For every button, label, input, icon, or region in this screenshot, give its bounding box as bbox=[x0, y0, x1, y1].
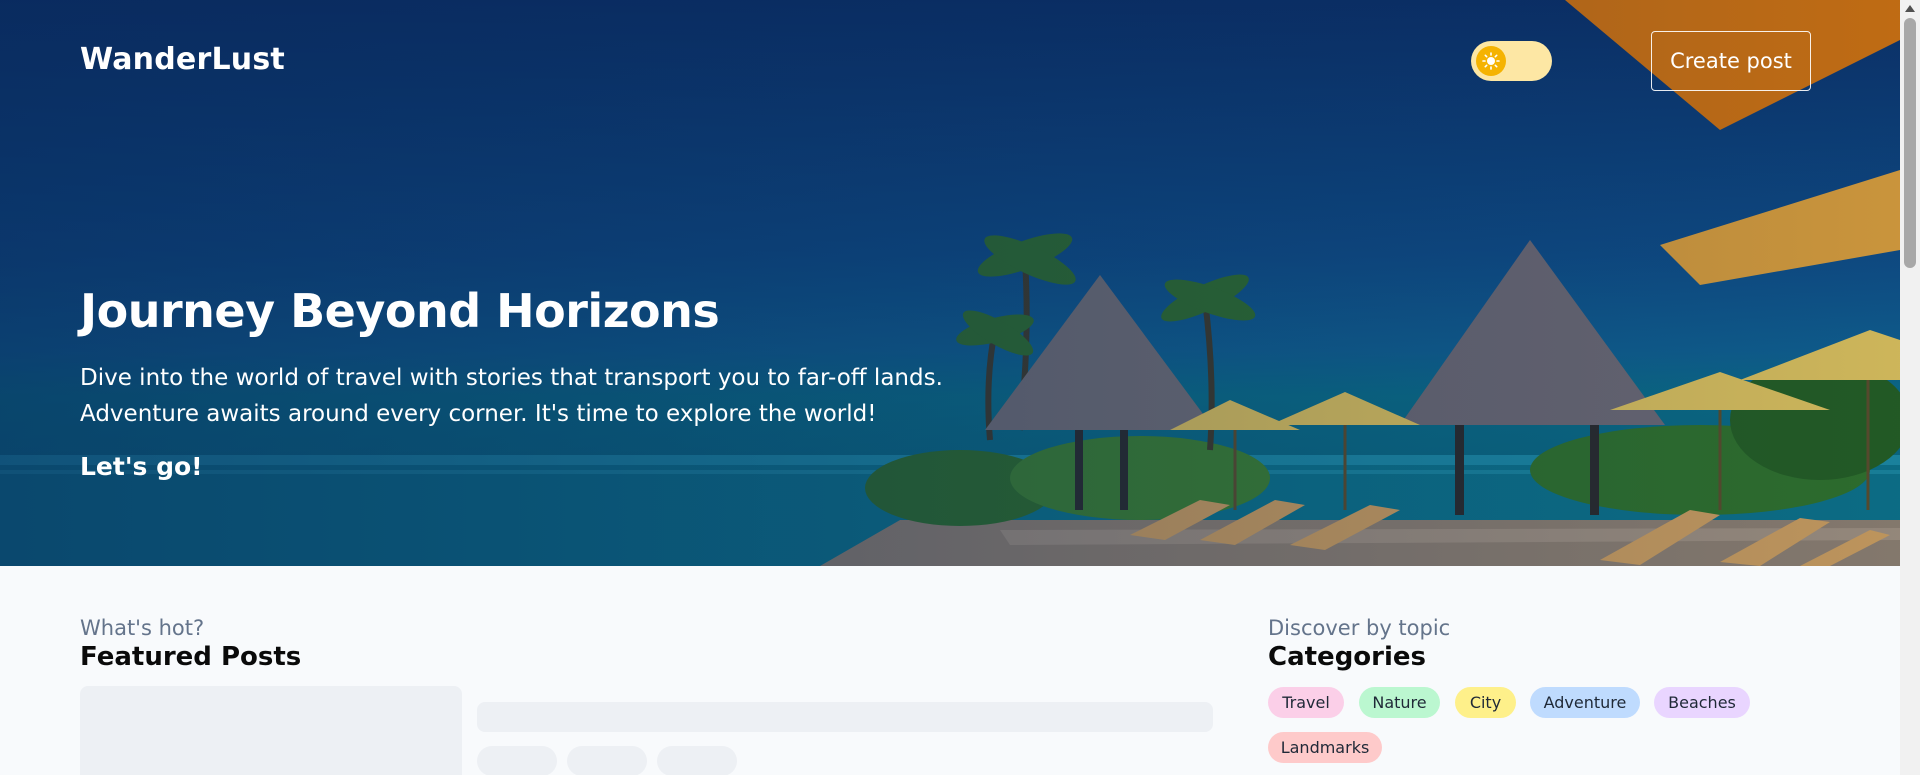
sun-icon bbox=[1482, 52, 1500, 70]
category-tag-travel[interactable]: Travel bbox=[1268, 687, 1344, 718]
featured-posts-title: Featured Posts bbox=[80, 642, 302, 672]
hero-description: Dive into the world of travel with stori… bbox=[80, 365, 943, 427]
category-tag-adventure[interactable]: Adventure bbox=[1530, 687, 1640, 718]
post-tag-skeleton bbox=[477, 746, 557, 775]
post-image-skeleton bbox=[80, 686, 462, 775]
top-navigation: WanderLust Create post bbox=[0, 0, 1900, 120]
hero-banner: WanderLust Create post Journey Beyond Ho… bbox=[0, 0, 1900, 566]
category-tag-beaches[interactable]: Beaches bbox=[1654, 687, 1750, 718]
scrollbar-thumb[interactable] bbox=[1904, 18, 1916, 268]
featured-eyebrow: What's hot? bbox=[80, 616, 205, 640]
lets-go-link[interactable]: Let's go! bbox=[80, 452, 203, 481]
post-tag-skeleton bbox=[567, 746, 647, 775]
hero-title: Journey Beyond Horizons bbox=[80, 284, 720, 338]
post-title-skeleton bbox=[477, 702, 1213, 732]
theme-toggle-knob bbox=[1476, 46, 1506, 76]
theme-toggle[interactable] bbox=[1471, 41, 1552, 81]
categories-title: Categories bbox=[1268, 642, 1427, 672]
site-logo[interactable]: WanderLust bbox=[80, 42, 285, 77]
page-scrollbar[interactable] bbox=[1900, 0, 1920, 775]
scroll-up-arrow-icon[interactable] bbox=[1905, 5, 1915, 12]
category-tag-landmarks[interactable]: Landmarks bbox=[1268, 732, 1382, 763]
create-post-button[interactable]: Create post bbox=[1651, 31, 1811, 91]
main-content: What's hot? Featured Posts Discover by t… bbox=[0, 566, 1900, 775]
categories-eyebrow: Discover by topic bbox=[1268, 616, 1451, 640]
post-tag-skeleton bbox=[657, 746, 737, 775]
category-tag-city[interactable]: City bbox=[1455, 687, 1516, 718]
category-tag-nature[interactable]: Nature bbox=[1359, 687, 1440, 718]
